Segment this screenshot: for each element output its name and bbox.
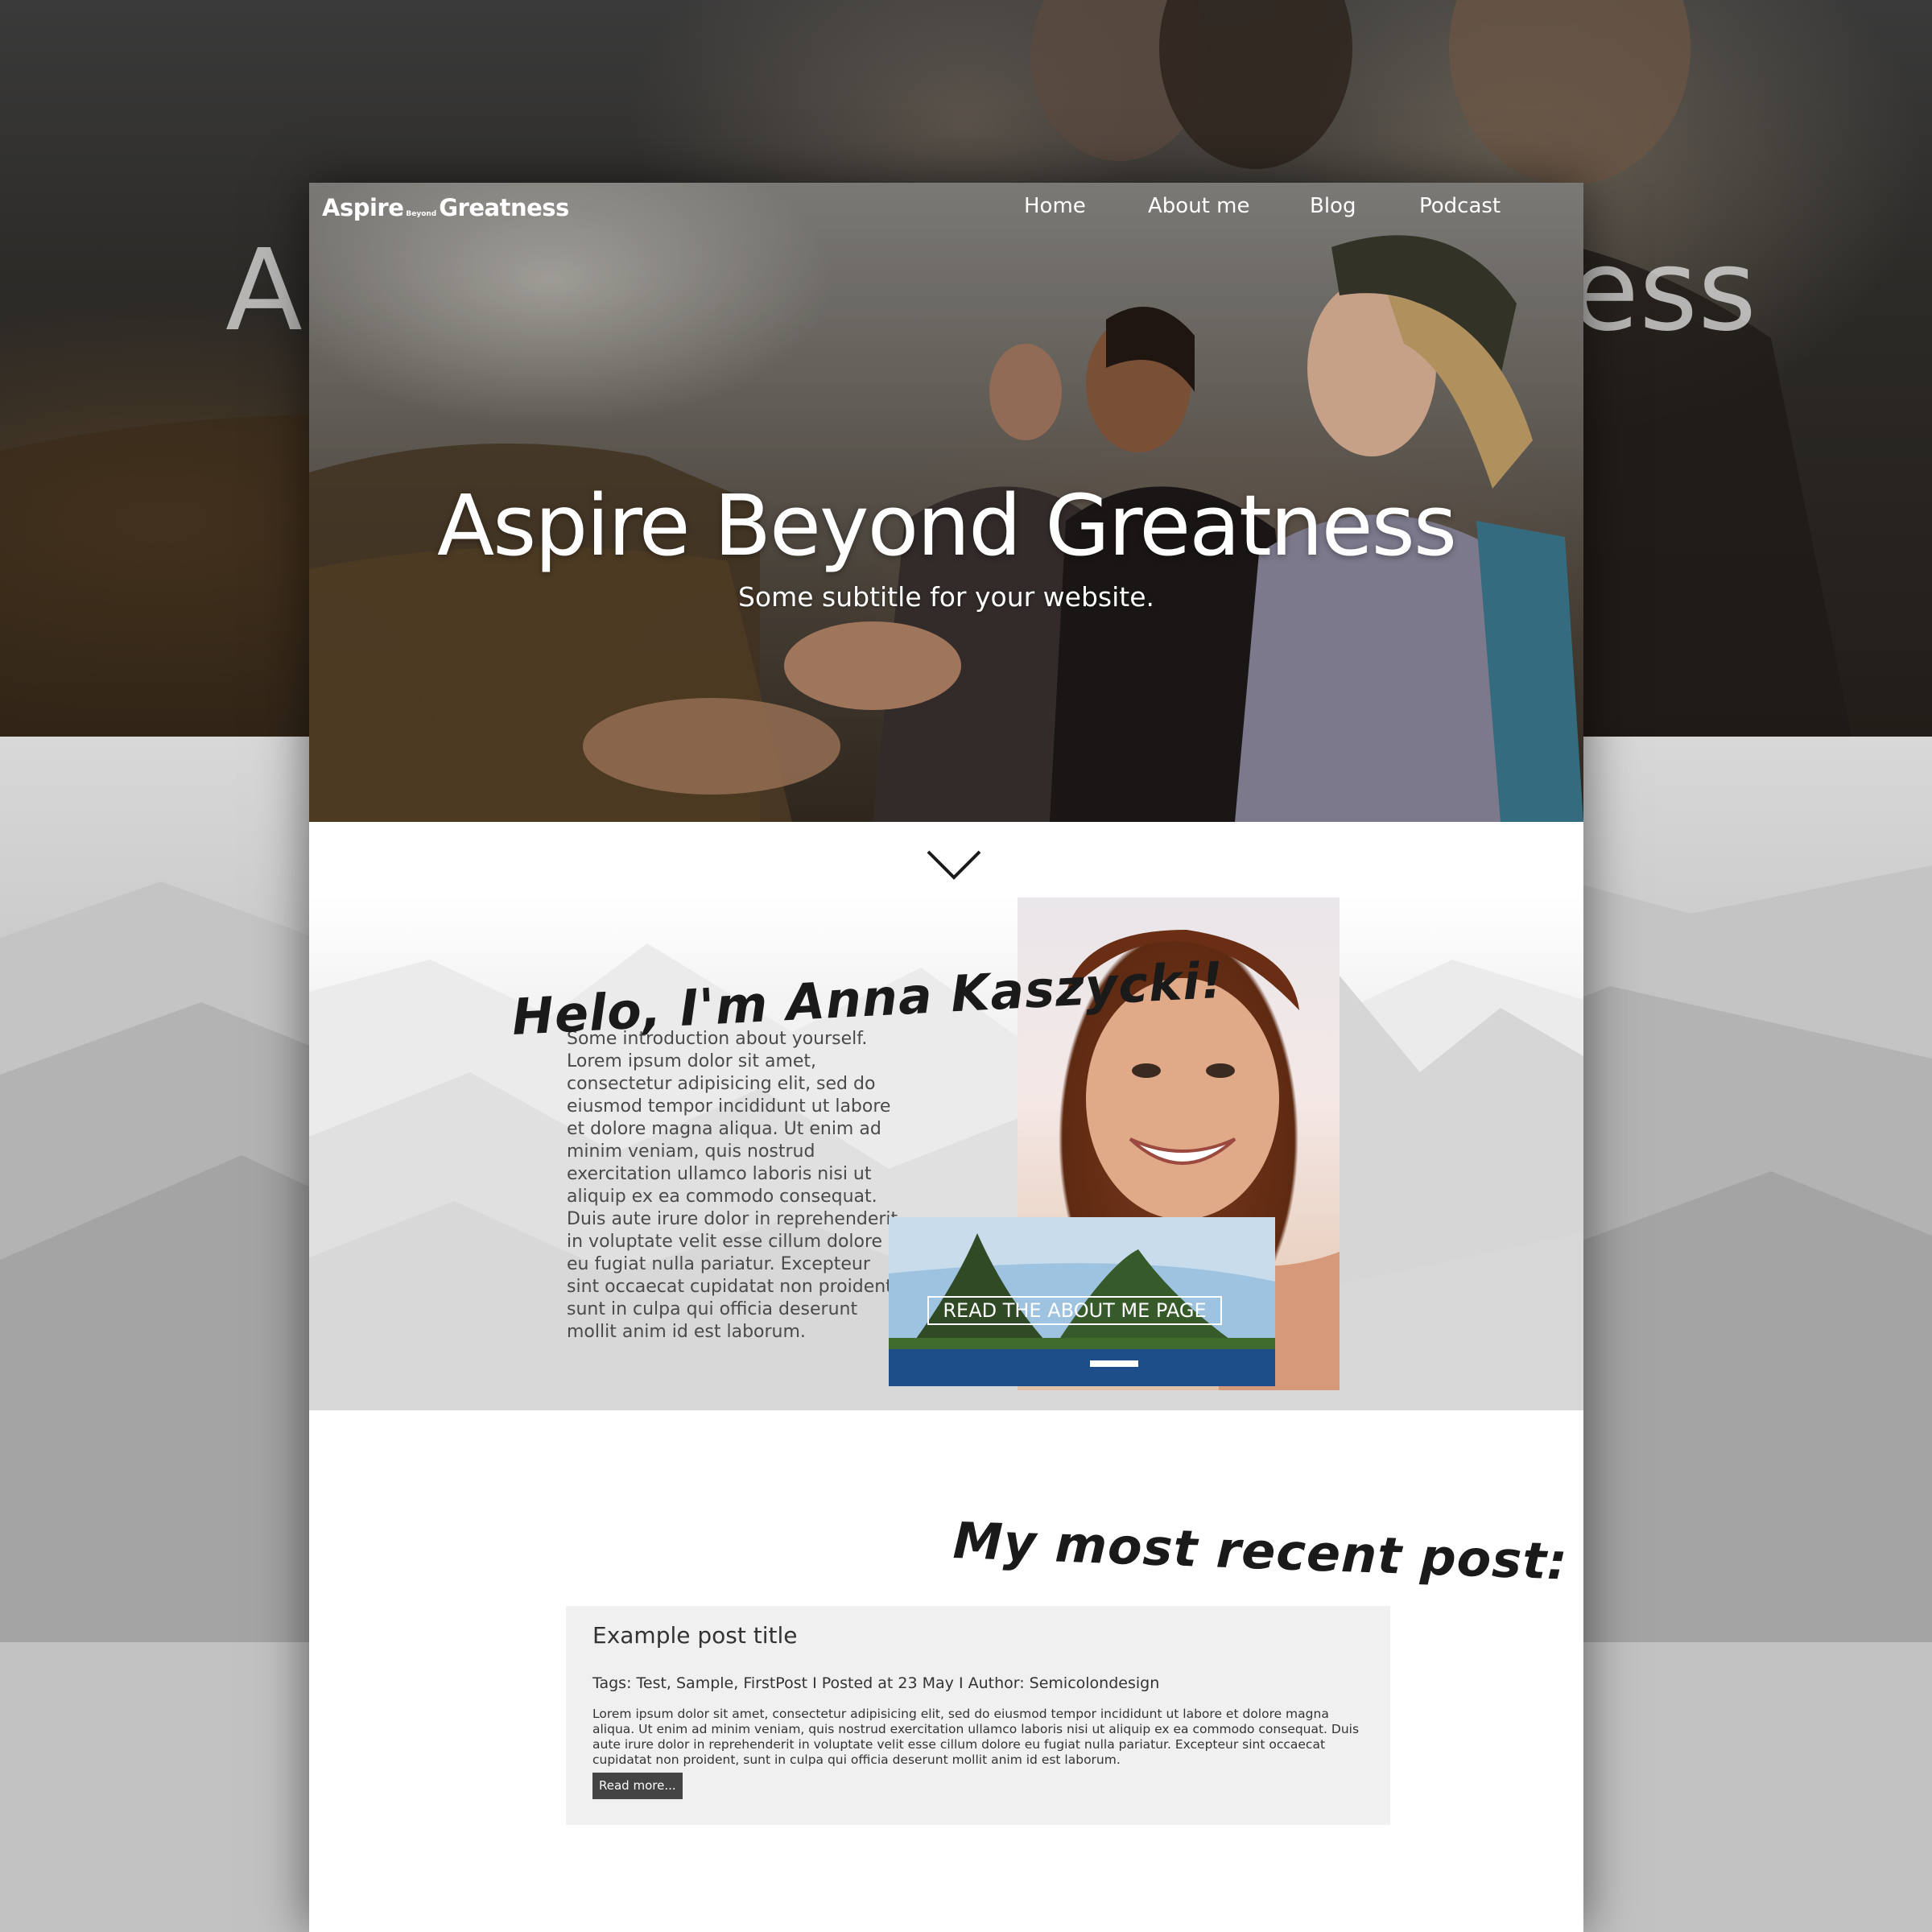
hero-title: Aspire Beyond Greatness [436, 477, 1457, 575]
nav-link-about-me[interactable]: About me [1148, 194, 1249, 218]
read-about-me-button[interactable]: READ THE ABOUT ME PAGE [927, 1296, 1222, 1325]
background-title-fragment-right: ess [1570, 225, 1757, 357]
hero-section: Aspire Beyond Greatness Home About me Blog… [309, 183, 1583, 822]
chevron-down-icon[interactable] [926, 848, 982, 882]
post-excerpt: Lorem ipsum dolor sit amet, consectetur … [592, 1707, 1360, 1767]
post-title[interactable]: Example post title [592, 1622, 798, 1649]
site-logo[interactable]: Aspire Beyond Greatness [322, 194, 569, 221]
nav-link-podcast[interactable]: Podcast [1419, 194, 1501, 218]
nav-link-home[interactable]: Home [1024, 194, 1086, 218]
about-intro-text: Some introduction about yourself. Lorem … [567, 1029, 898, 1342]
read-more-button[interactable]: Read more... [592, 1773, 683, 1799]
about-cta-card: READ THE ABOUT ME PAGE [889, 1217, 1275, 1386]
website-mockup: Aspire Beyond Greatness Home About me Blog… [309, 183, 1583, 1932]
navbar: Aspire Beyond Greatness Home About me Blog… [309, 183, 1583, 233]
recent-post-heading: My most recent post: [952, 1511, 1569, 1591]
nav-link-blog[interactable]: Blog [1310, 194, 1356, 218]
logo-part-greatness: Greatness [439, 194, 569, 221]
hero-subtitle: Some subtitle for your website. [737, 581, 1155, 613]
logo-part-beyond: Beyond [406, 210, 437, 218]
post-meta: Tags: Test, Sample, FirstPost I Posted a… [592, 1674, 1160, 1692]
logo-part-aspire: Aspire [322, 194, 404, 221]
background-title-fragment-left: A [225, 225, 303, 357]
post-card: Example post title Tags: Test, Sample, F… [566, 1606, 1390, 1825]
